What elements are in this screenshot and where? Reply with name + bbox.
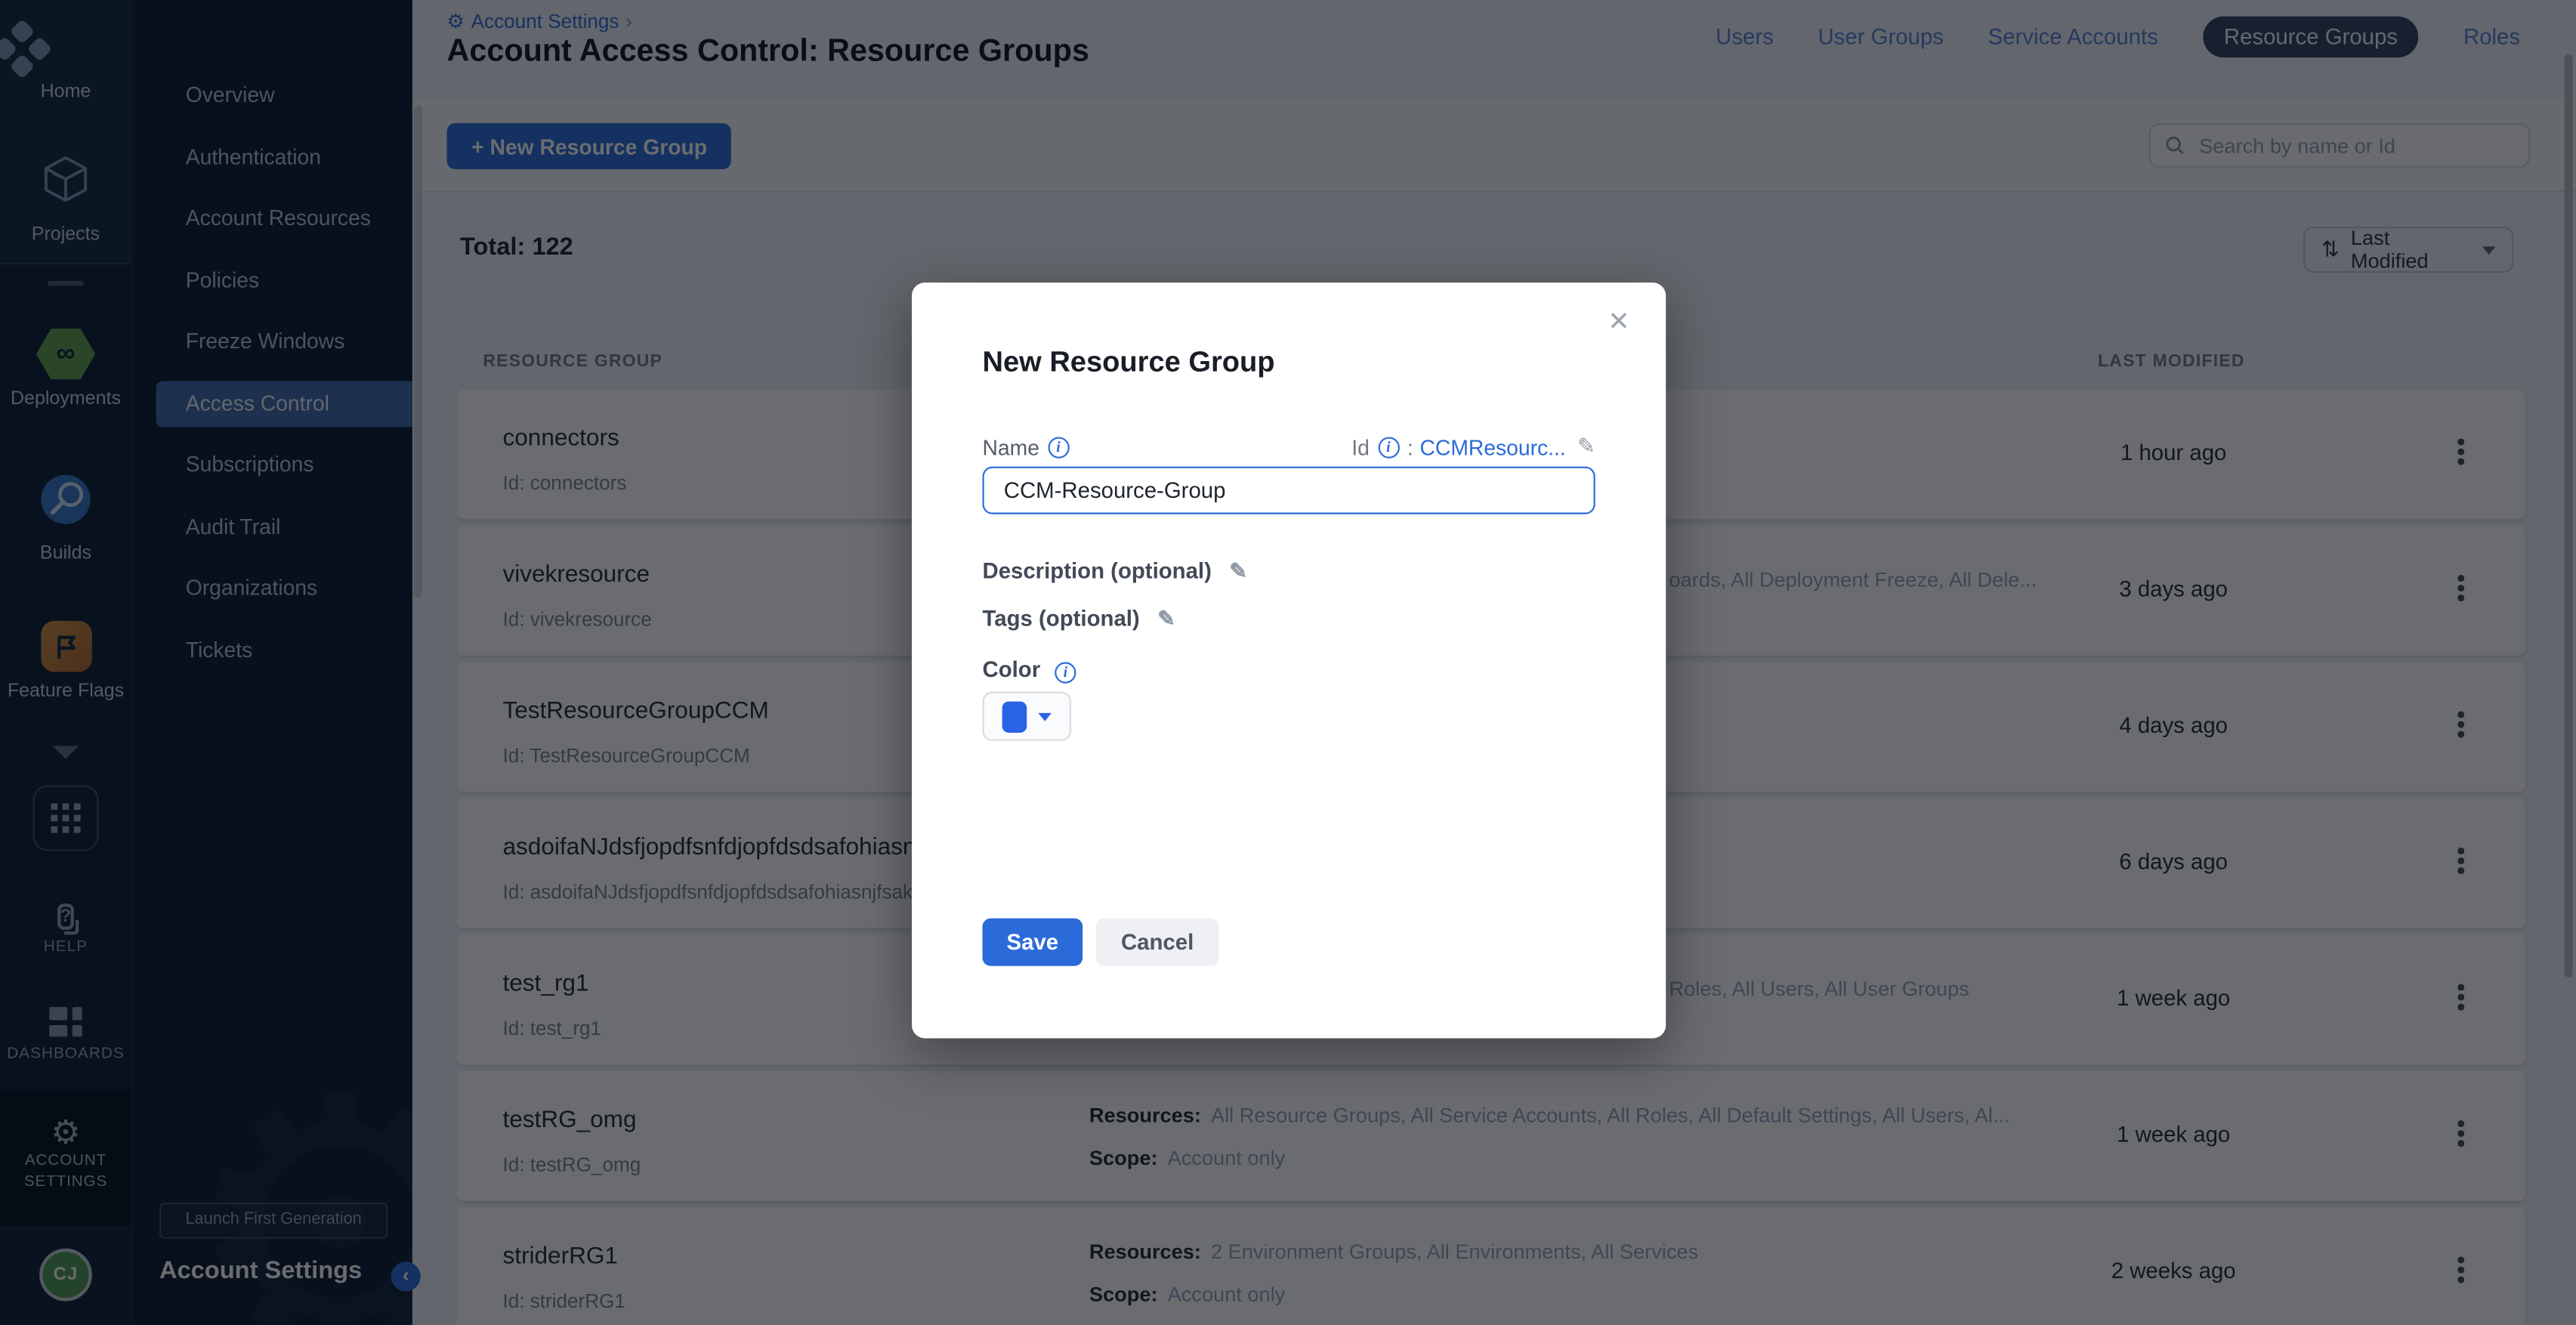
modal-title: New Resource Group (983, 345, 1275, 380)
new-resource-group-modal: ✕ New Resource Group Name i Id i : CCMRe… (912, 283, 1666, 1038)
edit-id-icon[interactable]: ✎ (1577, 434, 1595, 460)
screen: Home Projects ∞ Deployments (0, 0, 2576, 1325)
close-icon[interactable]: ✕ (1608, 310, 1629, 337)
id-value-link[interactable]: CCMResourc... (1419, 434, 1565, 459)
info-icon[interactable]: i (1055, 662, 1076, 683)
color-picker-dropdown[interactable] (983, 692, 1071, 741)
info-icon[interactable]: i (1378, 436, 1399, 457)
id-label: Id (1351, 434, 1370, 459)
id-separator: : (1407, 434, 1413, 459)
tags-section: Tags (optional) ✎ (983, 606, 1175, 632)
app-window: Home Projects ∞ Deployments (0, 0, 2576, 1325)
edit-tags-icon[interactable]: ✎ (1157, 606, 1175, 631)
info-icon[interactable]: i (1048, 436, 1069, 457)
color-swatch (1002, 701, 1027, 732)
chevron-down-icon (1038, 712, 1051, 721)
description-section: Description (optional) ✎ (983, 558, 1248, 585)
save-button[interactable]: Save (983, 919, 1083, 966)
cancel-button[interactable]: Cancel (1096, 919, 1219, 966)
resource-group-name-input[interactable] (983, 467, 1595, 514)
name-field-header: Name i Id i : CCMResourc... ✎ (983, 434, 1595, 460)
color-label: Color (983, 657, 1041, 682)
description-label: Description (optional) (983, 558, 1212, 583)
name-label: Name (983, 434, 1039, 459)
tags-label: Tags (optional) (983, 606, 1140, 631)
color-section: Color i (983, 657, 1076, 684)
edit-description-icon[interactable]: ✎ (1229, 558, 1247, 583)
